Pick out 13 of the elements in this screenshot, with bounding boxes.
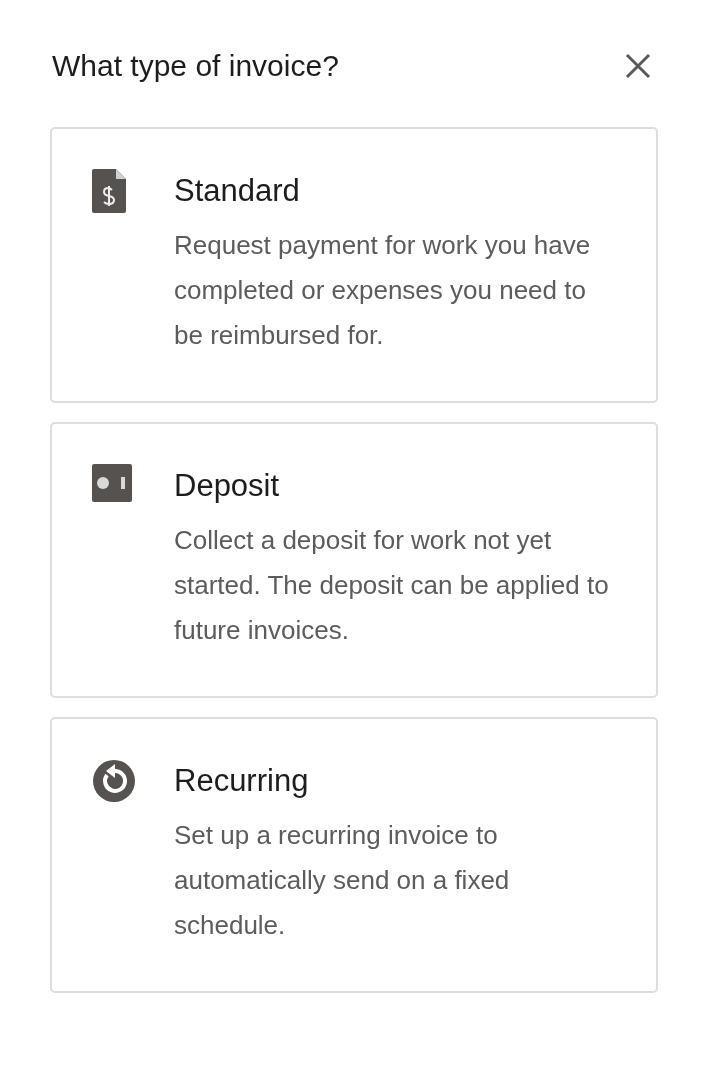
- option-description: Collect a deposit for work not yet started. The deposit can be applied to future invoices.: [174, 524, 610, 647]
- option-description: Set up a recurring invoice to automatically send on a fixed schedule.: [174, 819, 511, 942]
- option-title: Deposit: [174, 468, 281, 504]
- invoice-type-card[interactable]: Recurring Set up a recurring invoice to automatically send on a fixed schedule.: [50, 717, 658, 993]
- invoice-type-card[interactable]: Deposit Collect a deposit for work not yet started. The deposit can be applied to future invoices.: [50, 422, 658, 698]
- option-description: Request payment for work you have completed or expenses you need to be reimbursed for.: [174, 229, 592, 352]
- invoice-type-card[interactable]: Standard Request payment for work you have completed or expenses you need to be reimbursed for.: [50, 127, 658, 403]
- safe-icon: [92, 464, 132, 504]
- dollar-document-icon: [92, 169, 126, 213]
- recurring-icon: [92, 759, 136, 803]
- dialog-title: What type of invoice?: [52, 49, 339, 83]
- option-title: Standard: [174, 173, 301, 209]
- option-title: Recurring: [174, 763, 310, 799]
